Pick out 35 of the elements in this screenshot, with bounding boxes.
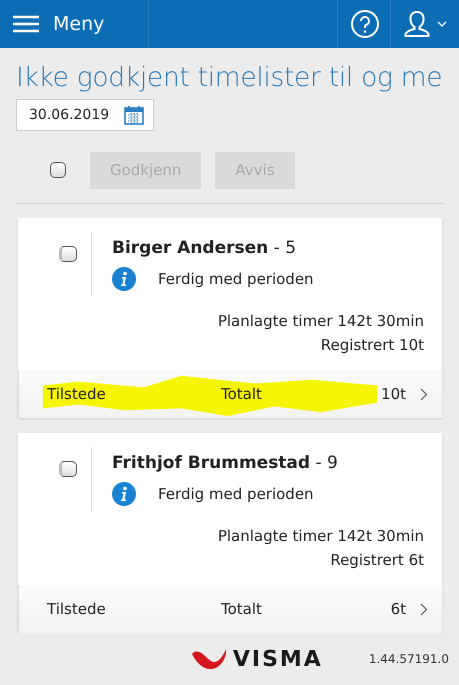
- menu-icon: [13, 15, 39, 33]
- total-label: Totalt: [221, 385, 263, 403]
- total-value: 6t: [390, 600, 406, 618]
- status-text: Ferdig med perioden: [158, 270, 314, 288]
- employee-name[interactable]: Frithjof Brummestad - 9: [112, 453, 338, 473]
- row-checkbox[interactable]: [59, 461, 77, 477]
- status-text: Ferdig med perioden: [158, 485, 314, 503]
- menu-button[interactable]: Meny: [0, 0, 150, 48]
- select-all-checkbox[interactable]: [50, 162, 66, 178]
- planned-hours: Planlagte timer 142t 30min: [218, 312, 424, 330]
- help-icon: [350, 9, 380, 39]
- summary-row[interactable]: Tilstede Totalt 6t: [18, 585, 442, 633]
- registered-hours: Registrert 10t: [320, 336, 424, 354]
- total-value: 10t: [381, 385, 406, 403]
- present-label: Tilstede: [47, 600, 107, 618]
- present-label: Tilstede: [47, 385, 107, 403]
- date-field[interactable]: 30.06.2019: [16, 99, 154, 131]
- total-label: Totalt: [221, 600, 263, 618]
- info-icon: [112, 267, 136, 291]
- info-icon: [112, 482, 136, 506]
- row-checkbox[interactable]: [59, 246, 77, 262]
- swoosh-logo-icon: [190, 648, 227, 670]
- registered-hours: Registrert 6t: [330, 551, 424, 569]
- page-title: Ikke godkjent timelister til og me: [16, 62, 443, 93]
- chevron-right-icon: [420, 388, 428, 400]
- employee-name[interactable]: Birger Andersen - 5: [112, 238, 314, 258]
- version-text: 1.44.57191.0: [368, 652, 449, 666]
- date-value: 30.06.2019: [28, 107, 110, 123]
- chevron-down-icon: [437, 21, 447, 27]
- chevron-right-icon: [420, 602, 428, 616]
- calendar-icon[interactable]: [123, 104, 146, 126]
- logo-text: VISMA: [232, 646, 323, 672]
- user-icon: [403, 9, 431, 39]
- planned-hours: Planlagte timer 142t 30min: [218, 527, 424, 545]
- summary-row[interactable]: Tilstede Totalt 10t: [18, 370, 442, 418]
